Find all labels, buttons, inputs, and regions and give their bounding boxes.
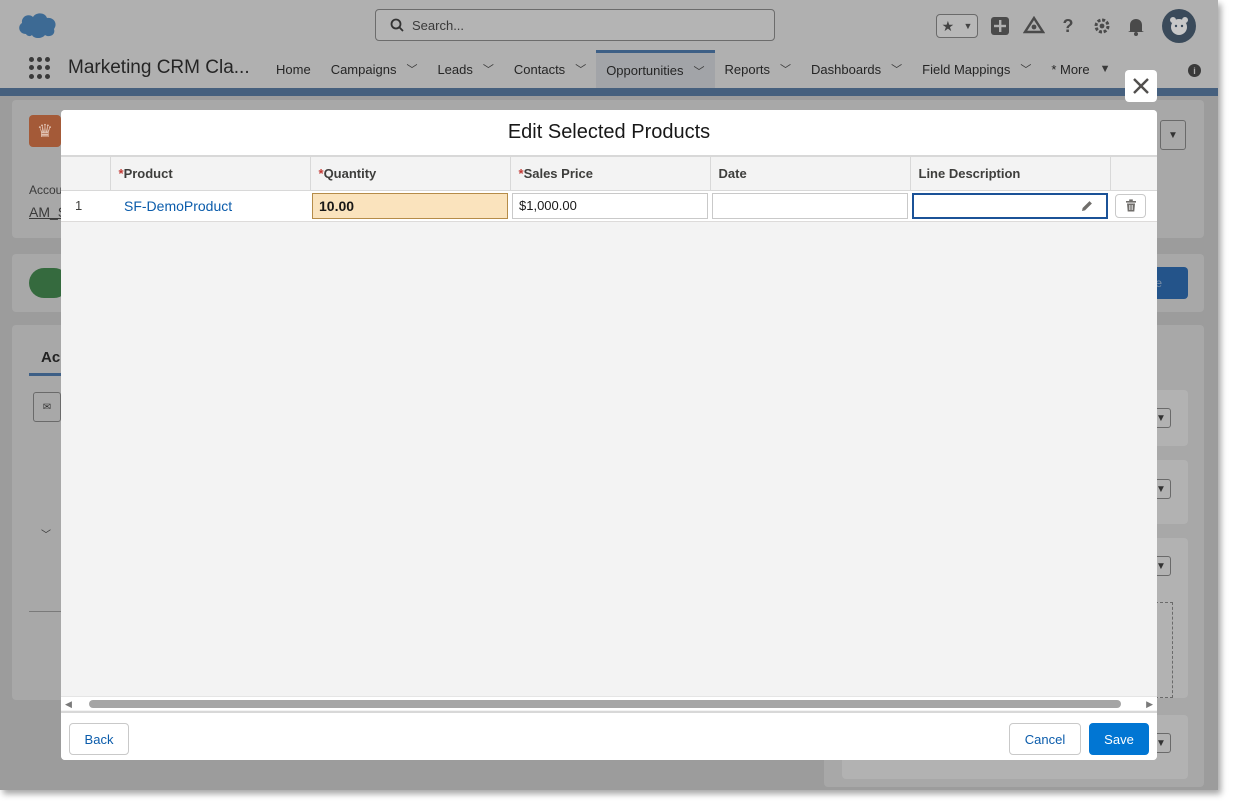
chevron-down-icon[interactable]: ﹀ bbox=[406, 61, 417, 77]
nav-item-home[interactable]: Home bbox=[266, 50, 321, 88]
column-header-actions bbox=[1110, 157, 1157, 191]
chevron-down-icon[interactable]: ﹀ bbox=[33, 520, 59, 546]
column-header-rownum bbox=[61, 157, 111, 191]
crown-icon: ♛ bbox=[29, 115, 61, 147]
product-link[interactable]: SF-DemoProduct bbox=[112, 198, 232, 214]
chevron-down-icon: ▼ bbox=[963, 21, 973, 31]
app-name: Marketing CRM Cla... bbox=[68, 57, 250, 78]
cancel-button[interactable]: Cancel bbox=[1009, 723, 1081, 755]
table-row: 1 SF-DemoProduct 10.00 $1,000.00 bbox=[61, 190, 1157, 222]
avatar[interactable] bbox=[1162, 9, 1196, 43]
divider bbox=[29, 611, 61, 612]
horizontal-scrollbar[interactable]: ◀ ▶ bbox=[61, 696, 1157, 710]
nav-item-field-mappings[interactable]: Field Mappings ﹀ bbox=[912, 50, 1041, 88]
app-nav-bar: Marketing CRM Cla... Home Campaigns ﹀ Lea… bbox=[0, 50, 1218, 88]
header-utilities: ★ ▼ ? bbox=[936, 9, 1196, 43]
salesforce-cloud-logo bbox=[19, 13, 56, 38]
header-actions-dropdown[interactable]: ▼ bbox=[1160, 120, 1186, 150]
line-description-input[interactable] bbox=[912, 192, 1108, 219]
global-header: Search... ★ ▼ ? bbox=[0, 0, 1218, 50]
chevron-down-icon[interactable]: ﹀ bbox=[1020, 61, 1031, 77]
products-grid: *Product *Quantity *Sales Price Date Lin… bbox=[61, 157, 1157, 710]
modal-title: Edit Selected Products bbox=[507, 121, 711, 143]
close-icon bbox=[1133, 78, 1149, 94]
products-table: *Product *Quantity *Sales Price Date Lin… bbox=[61, 157, 1157, 222]
column-header-line-description[interactable]: Line Description bbox=[910, 157, 1111, 191]
nav-item-more[interactable]: * More ▼ bbox=[1041, 50, 1120, 88]
date-input[interactable] bbox=[712, 192, 908, 219]
favorites-button[interactable]: ★ ▼ bbox=[936, 14, 978, 38]
search-placeholder: Search... bbox=[412, 17, 465, 33]
pencil-icon[interactable] bbox=[1080, 199, 1094, 213]
notifications-button[interactable] bbox=[1124, 14, 1148, 38]
scroll-right-icon[interactable]: ▶ bbox=[1146, 699, 1153, 710]
info-icon[interactable]: i bbox=[1188, 64, 1201, 77]
nav-item-reports[interactable]: Reports ﹀ bbox=[715, 50, 802, 88]
global-search-input[interactable]: Search... bbox=[375, 9, 775, 41]
modal-header: Edit Selected Products bbox=[61, 110, 1157, 157]
help-icon[interactable]: ? bbox=[1056, 14, 1080, 38]
nav-item-leads[interactable]: Leads ﹀ bbox=[427, 50, 503, 88]
row-number: 1 bbox=[61, 190, 110, 222]
save-button[interactable]: Save bbox=[1089, 723, 1149, 755]
trash-icon bbox=[1125, 199, 1136, 212]
nav-item-opportunities[interactable]: Opportunities ﹀ bbox=[596, 50, 715, 88]
tab-active-underline bbox=[29, 373, 61, 376]
nav-item-contacts[interactable]: Contacts ﹀ bbox=[504, 50, 596, 88]
chevron-down-icon[interactable]: ﹀ bbox=[780, 61, 791, 77]
chevron-down-icon[interactable]: ▼ bbox=[1100, 63, 1111, 75]
nav-item-dashboards[interactable]: Dashboards ﹀ bbox=[801, 50, 912, 88]
nav-items: Home Campaigns ﹀ Leads ﹀ Contacts ﹀ Opportu… bbox=[266, 50, 1121, 88]
edit-products-modal: Edit Selected Products *Product *Quantit… bbox=[61, 110, 1157, 760]
close-modal-button[interactable] bbox=[1125, 70, 1157, 102]
search-icon bbox=[390, 18, 404, 32]
column-header-product[interactable]: *Product bbox=[110, 157, 311, 191]
sales-price-input[interactable]: $1,000.00 bbox=[512, 192, 708, 219]
delete-row-button[interactable] bbox=[1115, 193, 1146, 218]
chevron-down-icon[interactable]: ﹀ bbox=[575, 61, 586, 77]
modal-footer: Back Cancel Save bbox=[61, 711, 1157, 760]
trailhead-icon bbox=[1023, 16, 1045, 34]
tab-activity[interactable]: Ac bbox=[41, 349, 60, 366]
column-header-sales-price[interactable]: *Sales Price bbox=[510, 157, 711, 191]
scrollbar-thumb[interactable] bbox=[89, 700, 1121, 708]
scroll-left-icon[interactable]: ◀ bbox=[65, 699, 72, 710]
add-icon bbox=[991, 17, 1009, 35]
app-launcher-icon[interactable] bbox=[29, 57, 51, 79]
chevron-down-icon[interactable]: ﹀ bbox=[483, 61, 494, 77]
account-label: Accou bbox=[29, 183, 63, 197]
global-actions-button[interactable] bbox=[988, 14, 1012, 38]
column-header-date[interactable]: Date bbox=[710, 157, 911, 191]
column-header-quantity[interactable]: *Quantity bbox=[310, 157, 511, 191]
trailhead-button[interactable] bbox=[1022, 14, 1046, 38]
chevron-down-icon[interactable]: ﹀ bbox=[891, 61, 902, 77]
file-drop-zone[interactable] bbox=[1155, 602, 1173, 698]
user-avatar-icon bbox=[1170, 17, 1188, 35]
chevron-down-icon[interactable]: ﹀ bbox=[694, 63, 705, 79]
nav-item-campaigns[interactable]: Campaigns ﹀ bbox=[321, 50, 428, 88]
quantity-input[interactable]: 10.00 bbox=[312, 192, 508, 219]
gear-icon bbox=[1094, 18, 1110, 34]
star-icon: ★ bbox=[941, 17, 955, 34]
table-header-row: *Product *Quantity *Sales Price Date Lin… bbox=[61, 157, 1157, 191]
bell-icon bbox=[1128, 19, 1144, 36]
nav-accent-stripe bbox=[0, 88, 1218, 96]
app-window: Search... ★ ▼ ? Marketing CRM Cla... Hom… bbox=[0, 0, 1218, 790]
setup-button[interactable] bbox=[1090, 14, 1114, 38]
back-button[interactable]: Back bbox=[69, 723, 129, 755]
email-action-button[interactable]: ✉ bbox=[33, 392, 61, 422]
